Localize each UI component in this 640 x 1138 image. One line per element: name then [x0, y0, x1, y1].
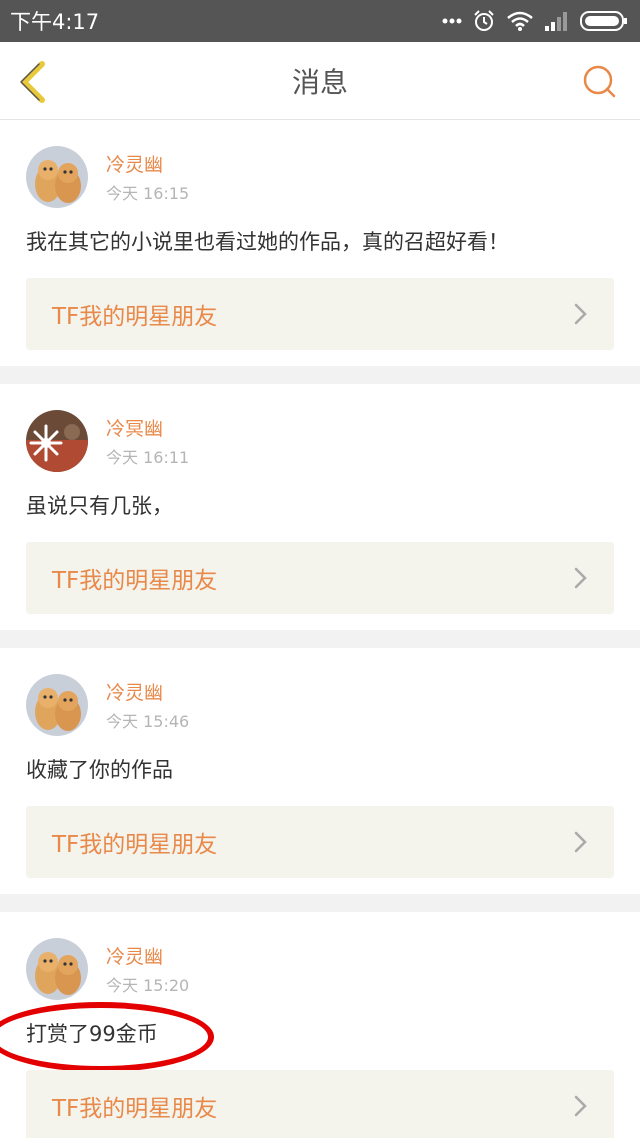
cats-avatar-icon	[26, 674, 88, 736]
battery-icon	[580, 10, 628, 32]
page-title: 消息	[291, 65, 348, 99]
work-title: TF我的明星朋友	[52, 832, 218, 858]
work-link[interactable]: TF我的明星朋友	[26, 542, 614, 614]
message-time: 今天 16:11	[106, 448, 190, 467]
dots-icon	[442, 17, 462, 25]
work-link[interactable]: TF我的明星朋友	[26, 1070, 614, 1138]
message-card: 冷灵幽 今天 16:15 我在其它的小说里也看过她的作品，真的召超好看！ TF我…	[0, 120, 640, 366]
message-text: 打赏了99金币	[26, 1022, 158, 1046]
message-time: 今天 15:46	[106, 712, 190, 731]
message-text: 收藏了你的作品	[26, 758, 173, 782]
avatar[interactable]	[26, 938, 88, 1000]
work-title: TF我的明星朋友	[52, 304, 218, 330]
username[interactable]: 冷冥幽	[106, 414, 163, 441]
work-link[interactable]: TF我的明星朋友	[26, 806, 614, 878]
message-card: 冷灵幽 今天 15:46 收藏了你的作品 TF我的明星朋友	[0, 648, 640, 894]
work-title: TF我的明星朋友	[52, 1096, 218, 1122]
signal-icon	[544, 10, 570, 32]
status-time: 下午4:17	[10, 10, 100, 34]
search-icon	[583, 65, 616, 98]
message-time: 今天 15:20	[106, 976, 190, 995]
chevron-right-icon	[574, 1095, 588, 1117]
chevron-right-icon	[574, 567, 588, 589]
work-link[interactable]: TF我的明星朋友	[26, 278, 614, 350]
chevron-left-icon	[20, 61, 45, 103]
cats-avatar-icon	[26, 146, 88, 208]
message-card: 冷冥幽 今天 16:11 虽说只有几张， TF我的明星朋友	[0, 384, 640, 630]
message-list: 冷灵幽 今天 16:15 我在其它的小说里也看过她的作品，真的召超好看！ TF我…	[0, 120, 640, 1138]
app-header: 消息	[0, 42, 640, 120]
message-text: 我在其它的小说里也看过她的作品，真的召超好看！	[26, 230, 509, 254]
username[interactable]: 冷灵幽	[106, 150, 163, 177]
back-button[interactable]	[14, 60, 54, 104]
wifi-icon	[506, 10, 534, 32]
username[interactable]: 冷灵幽	[106, 678, 163, 705]
avatar[interactable]	[26, 146, 88, 208]
chevron-right-icon	[574, 831, 588, 853]
message-text: 虽说只有几张，	[26, 494, 173, 518]
search-button[interactable]	[582, 64, 618, 100]
avatar[interactable]	[26, 410, 88, 472]
snowflake-avatar-icon	[26, 410, 88, 472]
message-time: 今天 16:15	[106, 184, 190, 203]
alarm-icon	[472, 9, 496, 33]
avatar[interactable]	[26, 674, 88, 736]
message-card: 冷灵幽 今天 15:20 打赏了99金币 TF我的明星朋友	[0, 912, 640, 1138]
chevron-right-icon	[574, 303, 588, 325]
username[interactable]: 冷灵幽	[106, 942, 163, 969]
work-title: TF我的明星朋友	[52, 568, 218, 594]
status-bar: 下午4:17	[0, 0, 640, 42]
status-icons	[442, 9, 628, 33]
cats-avatar-icon	[26, 938, 88, 1000]
